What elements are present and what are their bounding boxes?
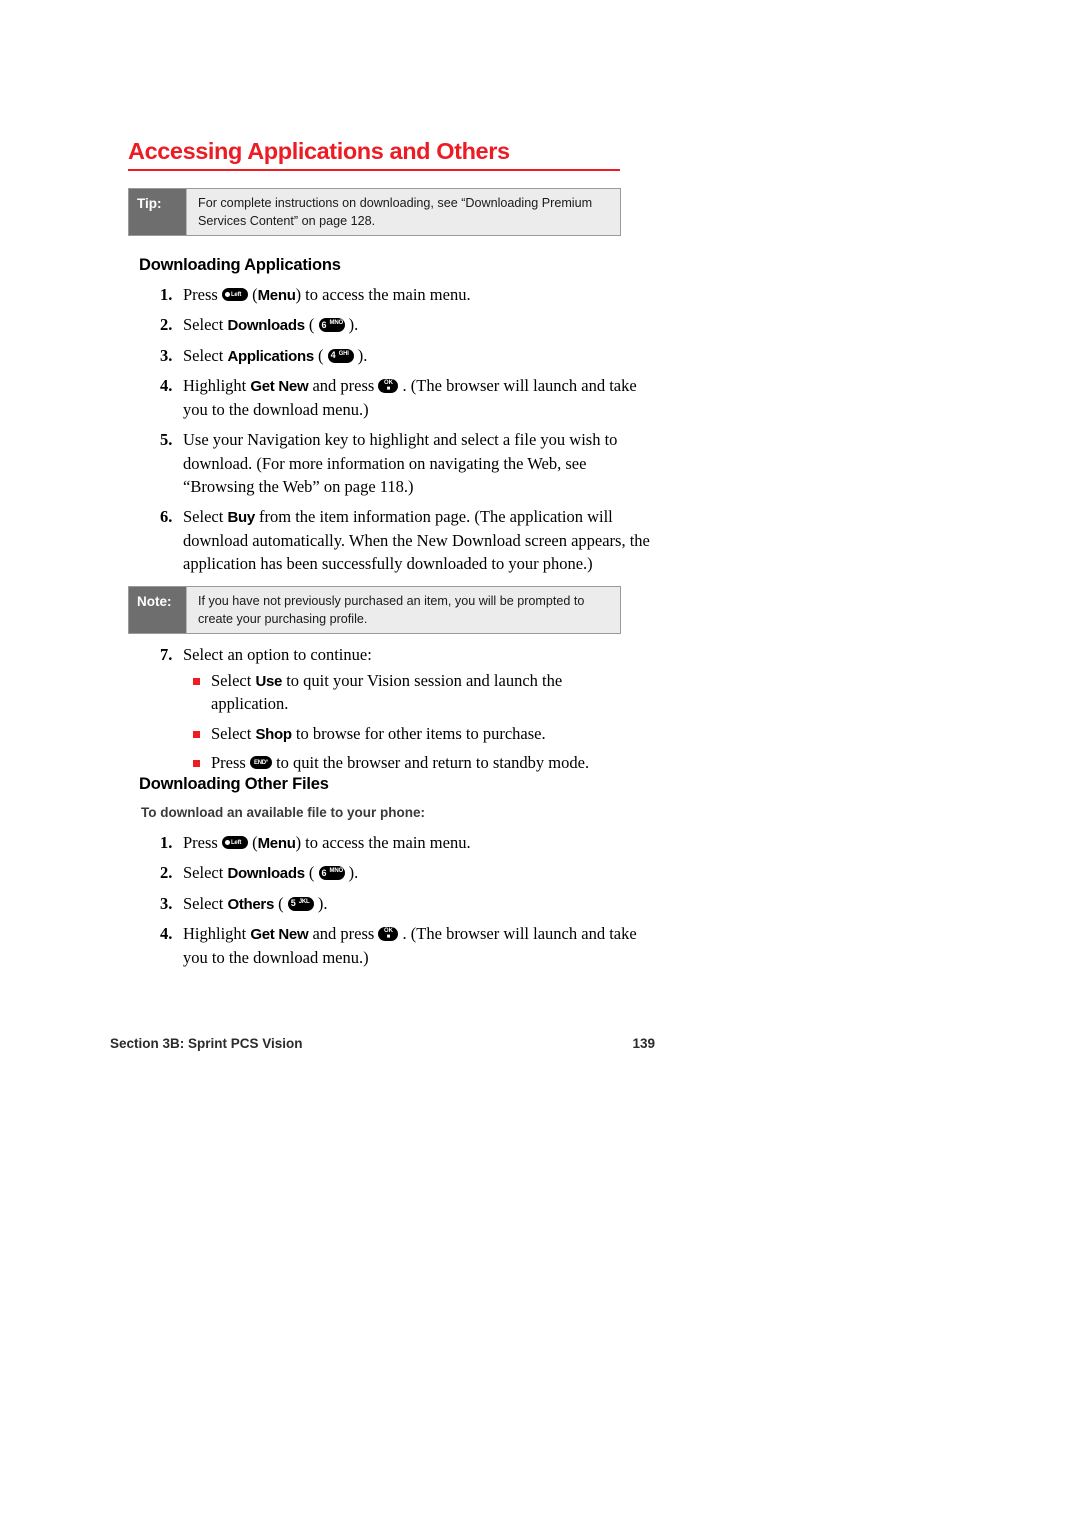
step-number: 2. bbox=[160, 315, 173, 335]
square-bullet-icon bbox=[193, 751, 211, 768]
step-number: 5. bbox=[160, 430, 173, 450]
sub-heading-to-download: To download an available file to your ph… bbox=[141, 805, 426, 820]
section-heading-downloading-other-files: Downloading Other Files bbox=[139, 775, 329, 793]
emphasis-term: Applications bbox=[227, 347, 314, 365]
square-bullet-icon bbox=[193, 722, 211, 738]
emphasis-term: Others bbox=[227, 895, 275, 913]
step-text: Highlight Get New and press OK ■ . (The b… bbox=[183, 376, 637, 419]
numbered-step: 3. Select Others ( 5 JKL ). bbox=[160, 892, 660, 915]
step-number: 1. bbox=[160, 833, 173, 852]
step-number: 3. bbox=[160, 345, 173, 365]
note-callout-label: Note: bbox=[129, 587, 186, 633]
emphasis-term: Get New bbox=[250, 926, 309, 944]
numbered-step: 2. Select Downloads ( 6 MNO ). bbox=[160, 313, 660, 336]
step-number: 1. bbox=[160, 285, 173, 304]
bullet-list-continue-options: Select Use to quit your Vision session a… bbox=[193, 669, 633, 781]
tip-callout-label: Tip: bbox=[129, 189, 186, 235]
step-text: Highlight Get New and press OK ■ . (The b… bbox=[183, 924, 637, 967]
numbered-step: 4. Highlight Get New and press OK ■ . (The… bbox=[160, 922, 660, 969]
bullet-text: Press END° to quit the browser and retur… bbox=[211, 753, 590, 773]
step-number: 4. bbox=[160, 376, 173, 396]
step-text: Select Others ( 5 JKL ). bbox=[183, 893, 328, 913]
emphasis-term: Shop bbox=[255, 725, 292, 743]
emphasis-term: Use bbox=[255, 673, 283, 690]
step-text: Select Applications ( 4 GHI ). bbox=[183, 345, 368, 365]
title-underline-rule bbox=[128, 168, 620, 171]
tip-callout-text: For complete instructions on downloading… bbox=[186, 189, 620, 235]
numbered-step: 1. Press Left (Menu) to access the main m… bbox=[160, 283, 660, 306]
step-number: 7. bbox=[160, 645, 173, 664]
bullet-text: Select Use to quit your Vision session a… bbox=[211, 671, 563, 714]
square-bullet-icon bbox=[193, 669, 211, 685]
step-number: 4. bbox=[160, 924, 173, 944]
bullet-text: Select Shop to browse for other items to… bbox=[211, 723, 546, 743]
ok-key-icon: OK ■ bbox=[378, 379, 399, 394]
page-title-block: Accessing Applications and Others bbox=[128, 139, 628, 171]
numbered-step: 3. Select Applications ( 4 GHI ). bbox=[160, 344, 660, 367]
end-key-icon: END° bbox=[249, 756, 272, 770]
emphasis-term: Menu bbox=[257, 835, 296, 852]
step-text: Select an option to continue: bbox=[183, 645, 372, 664]
numbered-step: 2. Select Downloads ( 6 MNO ). bbox=[160, 861, 660, 884]
numbered-step: 4. Highlight Get New and press OK ■ . (The… bbox=[160, 374, 660, 421]
bullet-item: Press END° to quit the browser and retur… bbox=[193, 751, 633, 774]
left-softkey-icon: Left bbox=[221, 836, 248, 849]
numbered-step: 7. Select an option to continue: bbox=[160, 643, 660, 666]
note-callout-text: If you have not previously purchased an … bbox=[186, 587, 620, 633]
bullet-item: Select Shop to browse for other items to… bbox=[193, 722, 633, 745]
numbered-step: 5. Use your Navigation key to highlight a… bbox=[160, 428, 660, 498]
section-heading-downloading-applications: Downloading Applications bbox=[139, 256, 341, 274]
emphasis-term: Downloads bbox=[227, 865, 305, 883]
left-softkey-icon: Left bbox=[221, 288, 248, 301]
number-key-4-icon: 4 GHI bbox=[327, 348, 354, 363]
step-text: Select Downloads ( 6 MNO ). bbox=[183, 863, 359, 883]
number-key-5-icon: 5 JKL bbox=[287, 896, 314, 911]
step-text: Select Buy from the item information pag… bbox=[183, 507, 650, 574]
step-number: 3. bbox=[160, 893, 173, 913]
ok-key-icon: OK ■ bbox=[378, 927, 399, 942]
manual-page: Accessing Applications and Others Tip: F… bbox=[0, 0, 1080, 1528]
step-number: 2. bbox=[160, 863, 173, 883]
note-callout: Note: If you have not previously purchas… bbox=[128, 586, 621, 634]
step-list-downloading-other-files: 1. Press Left (Menu) to access the main m… bbox=[160, 831, 660, 976]
emphasis-term: Menu bbox=[257, 287, 296, 304]
step-text: Use your Navigation key to highlight and… bbox=[183, 430, 618, 496]
number-key-6-icon: 6 MNO bbox=[318, 866, 345, 881]
numbered-step: 6. Select Buy from the item information p… bbox=[160, 505, 660, 575]
tip-callout: Tip: For complete instructions on downlo… bbox=[128, 188, 621, 236]
numbered-step: 1. Press Left (Menu) to access the main m… bbox=[160, 831, 660, 854]
page-footer: Section 3B: Sprint PCS Vision 139 bbox=[110, 1036, 655, 1051]
emphasis-term: Downloads bbox=[227, 317, 305, 335]
number-key-6-icon: 6 MNO bbox=[318, 318, 345, 333]
emphasis-term: Get New bbox=[250, 378, 309, 396]
step-text: Select Downloads ( 6 MNO ). bbox=[183, 315, 359, 335]
footer-section-label: Section 3B: Sprint PCS Vision bbox=[110, 1036, 303, 1051]
bullet-item: Select Use to quit your Vision session a… bbox=[193, 669, 633, 716]
page-title: Accessing Applications and Others bbox=[128, 138, 510, 164]
emphasis-term: Buy bbox=[227, 509, 255, 527]
step-text: Press Left (Menu) to access the main men… bbox=[183, 285, 471, 304]
step-text: Press Left (Menu) to access the main men… bbox=[183, 833, 471, 852]
step-number: 6. bbox=[160, 507, 173, 527]
footer-page-number: 139 bbox=[632, 1036, 655, 1051]
step-list-downloading-applications: 1. Press Left (Menu) to access the main m… bbox=[160, 283, 660, 583]
